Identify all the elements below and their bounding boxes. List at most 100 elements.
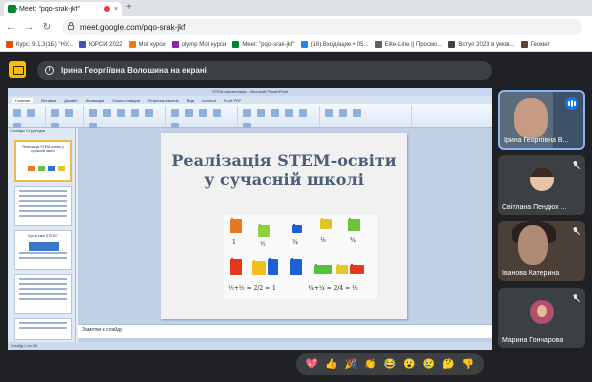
present-to-all-icon[interactable] [9,61,26,78]
bookmark-item[interactable]: Геомет [520,41,550,48]
avatar [530,167,554,191]
url-text: meet.google.com/pqo-srak-jkf [80,22,186,32]
bookmark-favicon-icon [374,41,382,48]
meet-presentation-header: i Ірина Георгіївна Волошина на екрані [0,53,592,86]
thumbs-up-icon[interactable]: 👍 [325,358,338,371]
slide-editor: Реалізація STEM-освіти у сучасній школі … [78,128,492,342]
thumbs-down-icon[interactable]: 👎 [462,358,475,371]
powerpoint-ribbon-tabs: Главная Вставка Дизайн Анимация Показ слайдо… [8,96,492,104]
font-group [86,106,166,131]
bookmark-label: Курс: 9.1.3(1Б) "НУ... [16,41,73,48]
bookmark-label: olymp Мої курси [181,41,227,48]
mic-off-icon [572,294,579,303]
slides-group [48,106,84,131]
surprised-face-icon[interactable]: 😮 [403,358,416,371]
lego-fractions-image: 1 ½ ¼ ⅛ ¾ ½+½ = 2/2 = 1 ¼+¼ = 2/4 = ½ [224,215,377,299]
current-slide[interactable]: Реалізація STEM-освіти у сучасній школі … [161,133,407,319]
mic-off-icon [572,227,579,236]
participant-tile[interactable]: Світлана Пендюх ... [498,155,585,215]
ribbon-tab[interactable]: Рецензирование [148,98,179,103]
bookmark-item[interactable]: (16) Входящие • 05... [300,41,369,48]
browser-tab-strip: Meet: "pqo-srak-jkf" × + [0,0,592,16]
slides-panel: Слайды Структура Реалізація STEM-освіти … [8,128,76,342]
mic-off-icon [572,161,579,170]
back-icon[interactable]: ← [4,22,18,33]
bookmark-label: Мої курси [138,41,166,48]
new-tab-button[interactable]: + [126,2,132,14]
ribbon-tab[interactable]: Дизайн [64,98,77,103]
bookmark-favicon-icon [128,41,136,48]
thinking-face-icon[interactable]: 🤔 [442,358,455,371]
reactions-bar: 💖 👍 🎉 👏 😂 😮 😢 🤔 👎 [296,353,484,375]
participant-name: Марина Гончарова [502,337,564,344]
ribbon-tab[interactable]: Acrobat [202,98,216,103]
editing-group [322,106,412,126]
bookmark-favicon-icon [171,41,179,48]
bookmark-favicon-icon [520,41,528,48]
slide-thumbnail-2[interactable] [14,186,72,226]
ribbon-tab[interactable]: Главная [12,97,34,103]
participant-name: Світлана Пендюх ... [502,204,567,211]
participant-tile[interactable]: Марина Гончарова [498,288,585,348]
party-popper-icon[interactable]: 🎉 [344,358,357,371]
participant-name: Ірина Георгіївна В... [504,137,569,144]
bookmark-label: Вступ 2023 в умов... [458,41,515,48]
close-tab-icon[interactable]: × [114,6,118,13]
browser-tab-meet[interactable]: Meet: "pqo-srak-jkf" × [4,2,122,16]
google-meet-icon [8,5,18,13]
slide-thumbnail-4[interactable] [14,274,72,314]
speaking-indicator-icon [565,97,578,110]
powerpoint-window-title: STEM-презентація - Microsoft PowerPoint [8,88,492,96]
bookmark-item[interactable]: Курс: 9.1.3(1Б) "НУ... [6,41,73,48]
crying-face-icon[interactable]: 😢 [423,358,436,371]
bookmark-item[interactable]: Meet: "pqo-srak-jkf" [232,41,295,48]
bookmark-label: ЮРСИ 2022 [88,41,123,48]
slide-title-line-2: у сучасній школі [204,170,364,189]
info-icon[interactable]: i [45,66,54,75]
url-input[interactable]: meet.google.com/pqo-srak-jkf [62,19,582,35]
ribbon-tab[interactable]: Анимация [86,98,105,103]
participant-tile[interactable]: Іванова Катерина [498,221,585,281]
participant-video [514,98,548,138]
reload-icon[interactable]: ↻ [40,22,54,33]
ribbon-tab[interactable]: Показ слайдов [112,98,140,103]
powerpoint-status-bar: Слайд 1 из 20 [8,342,492,350]
forward-icon[interactable]: → [22,22,36,33]
ribbon-tab[interactable]: Вставка [41,98,56,103]
paragraph-group [168,106,238,131]
powerpoint-ribbon [8,104,492,131]
bookmark-label: Meet: "pqo-srak-jkf" [242,41,295,48]
slide-thumbnail-1[interactable]: Реалізація STEM-освіти у сучасній школі [14,140,72,182]
slides-panel-tabs[interactable]: Слайды Структура [8,128,75,135]
slide-thumbnail-5[interactable] [14,318,72,340]
bookmark-favicon-icon [300,41,308,48]
bookmark-label: (16) Входящие • 05... [310,41,369,48]
bookmark-favicon-icon [232,41,240,48]
bookmark-item[interactable]: Мої курси [128,41,166,48]
lock-icon[interactable] [68,21,74,30]
bookmark-item[interactable]: Вступ 2023 в умов... [448,41,515,48]
laughing-face-icon[interactable]: 😂 [383,358,396,371]
drawing-group [240,106,320,131]
tab-title: Meet: "pqo-srak-jkf" [19,5,80,13]
shared-screen: STEM-презентація - Microsoft PowerPoint … [8,88,492,350]
slide-title-line-1: Реалізація STEM-освіти [171,151,397,170]
bookmark-favicon-icon [448,41,456,48]
slide-thumbnail-3[interactable]: Що ж таке STEM? [14,230,72,270]
slide-notes[interactable]: Заметки к слайду [78,324,492,338]
bookmark-item[interactable]: ЮРСИ 2022 [78,41,123,48]
address-bar-row: ← → ↻ meet.google.com/pqo-srak-jkf [0,16,592,38]
participant-tile-presenter[interactable]: Ірина Георгіївна В... [498,90,585,150]
bookmark-item[interactable]: Elite-Line || Просмо... [374,41,443,48]
bookmark-item[interactable]: olymp Мої курси [171,41,227,48]
ribbon-tab[interactable]: Foxit PDF [224,98,242,103]
slide-title: Реалізація STEM-освіти у сучасній школі [161,151,407,189]
clapping-hands-icon[interactable]: 👏 [364,358,377,371]
sparkling-heart-icon[interactable]: 💖 [305,358,318,371]
participant-name: Іванова Катерина [502,270,560,277]
ribbon-tab[interactable]: Вид [187,98,194,103]
recording-indicator-icon [103,6,110,12]
bookmark-favicon-icon [6,41,13,48]
bookmark-label: Elite-Line || Просмо... [384,41,443,48]
participant-video [518,225,548,265]
